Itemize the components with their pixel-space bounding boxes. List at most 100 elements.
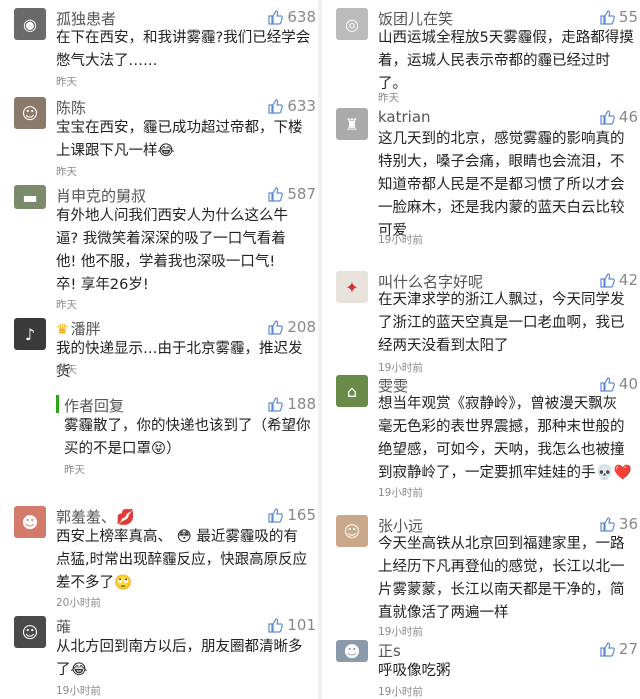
commenter-name[interactable]: 正s — [378, 640, 401, 661]
commenter-name[interactable]: 孤独患者 — [56, 8, 116, 29]
like-button[interactable]: 42 — [599, 271, 638, 289]
like-count: 55 — [618, 8, 638, 26]
comment-text: 在天津求学的浙江人飘过，今天同学发 了浙江的蓝天空真是一口老血啊，我已 经两天没… — [378, 289, 636, 358]
comment-line: 西安上榜率真高、 😳 最近雾霾吸的有 — [56, 529, 298, 545]
comment-line: 知道帝都人民是不是都习惯了所以才会 — [378, 177, 625, 193]
comment-line: 一脸麻木，还是我内蒙的蓝天白云比较 — [378, 200, 625, 216]
like-count: 46 — [618, 108, 638, 126]
avatar[interactable]: ☻ — [336, 640, 368, 662]
comment-text: 从北方回到南方以后，朋友圈都清晰多 了😂 — [56, 636, 314, 682]
commenter-name[interactable]: 肖申克的舅叔 — [56, 185, 146, 206]
like-button[interactable]: 633 — [267, 97, 316, 115]
timestamp: 19小时前 — [378, 234, 423, 246]
comment-line: 了😂 — [56, 662, 88, 678]
like-button[interactable]: 36 — [599, 515, 638, 533]
like-count: 208 — [287, 318, 316, 336]
comment-text: 这几天到的北京，感觉雾霾的影响真的 特别大，嗓子会痛，眼睛也会流泪，不 知道帝都… — [378, 128, 636, 243]
comment-text: 有外地人问我们西安人为什么这么牛 逼? 我微笑着深深的吸了一口气看着 他! 他不… — [56, 205, 314, 297]
thumbs-up-icon — [268, 618, 284, 633]
reply-author: 作者回复 — [64, 397, 125, 415]
like-count: 36 — [618, 515, 638, 533]
commenter-name[interactable]: 郭羞羞、💋 — [56, 506, 135, 527]
avatar[interactable]: ☺ — [336, 515, 368, 547]
avatar[interactable]: ◎ — [336, 8, 368, 40]
like-button[interactable]: 638 — [267, 8, 316, 26]
comment-text: 想当年观赏《寂静岭》，曾被漫天飘灰 毫无色彩的表世界震撼，那种末世般的 绝望感，… — [378, 393, 636, 485]
thumbs-up-icon — [600, 517, 615, 532]
commenter-name[interactable]: katrian — [378, 108, 431, 126]
avatar[interactable]: ♜ — [336, 108, 368, 140]
avatar[interactable]: ✦ — [336, 271, 368, 303]
like-button[interactable]: 188 — [267, 395, 316, 413]
avatar[interactable]: ◉ — [14, 8, 46, 40]
right-comment-column: ◎ 饭团儿在笑 55 山西运城全程放5天雾霾假，走路都得摸 着，运城人民表示帝都… — [322, 0, 640, 699]
comment-text: 山西运城全程放5天雾霾假，走路都得摸 着，运城人民表示帝都的霾已经过时 了。 — [378, 27, 636, 96]
timestamp: 19小时前 — [378, 626, 423, 638]
comment-text: 今天坐高铁从北京回到福建家里，一路 上经历下凡再登仙的感觉，长江以北一 片雾蒙蒙… — [378, 533, 636, 625]
comment-line: 呼吸像吃粥 — [378, 663, 451, 679]
avatar[interactable]: ☻ — [14, 506, 46, 538]
comment-line: 今天坐高铁从北京回到福建家里，一路 — [378, 536, 625, 552]
comment-text: 西安上榜率真高、 😳 最近雾霾吸的有 点猛,时常出现醉霾反应，快跟高原反应 差不… — [56, 526, 314, 595]
comment-line: 上课跟下凡一样😂 — [56, 143, 175, 159]
commenter-name[interactable]: 陈陈 — [56, 97, 86, 118]
avatar[interactable]: ☺ — [14, 97, 46, 129]
like-count: 587 — [287, 185, 316, 203]
like-button[interactable]: 208 — [267, 318, 316, 336]
comment-line: 我的快递显示…由于北京雾霾，推迟发货 — [56, 341, 303, 380]
timestamp: 19小时前 — [378, 362, 423, 374]
like-button[interactable]: 55 — [599, 8, 638, 26]
comment-line: 特别大，嗓子会痛，眼睛也会流泪，不 — [378, 154, 625, 170]
like-count: 638 — [287, 8, 316, 26]
commenter-name[interactable]: 蓶 — [56, 616, 71, 637]
comment-line: 憋气大法了…… — [56, 53, 158, 69]
avatar[interactable]: ♪ — [14, 318, 46, 350]
like-button[interactable]: 165 — [267, 506, 316, 524]
comment-line: 直就像活了两遍一样 — [378, 605, 509, 621]
thumbs-up-icon — [600, 110, 615, 125]
comment-line: 着，运城人民表示帝都的霾已经过时 — [378, 53, 610, 69]
thumbs-up-icon — [268, 397, 284, 412]
comment-line: 在下在西安，和我讲雾霾?我们已经学会 — [56, 30, 311, 46]
thumbs-up-icon — [600, 377, 615, 392]
comment-line: 差不多了🙄 — [56, 575, 133, 591]
commenter-name[interactable]: 饭团儿在笑 — [378, 8, 453, 29]
comment-line: 雾霾散了，你的快递也该到了（希望你 — [64, 418, 311, 434]
comment-line: 了。 — [378, 76, 407, 92]
comment-line: 片雾蒙蒙，长江以南天都是干净的，简 — [378, 582, 625, 598]
like-button[interactable]: 27 — [599, 640, 638, 658]
comment-text: 在下在西安，和我讲雾霾?我们已经学会 憋气大法了…… — [56, 27, 314, 73]
like-count: 27 — [618, 640, 638, 658]
timestamp: 昨天 — [378, 92, 399, 104]
left-comment-column: ◉ 孤独患者 638 在下在西安，和我讲雾霾?我们已经学会 憋气大法了…… 昨天… — [0, 0, 318, 699]
like-count: 42 — [618, 271, 638, 289]
like-button[interactable]: 587 — [267, 185, 316, 203]
thumbs-up-icon — [268, 10, 284, 25]
comment-line: 上经历下凡再登仙的感觉，长江以北一 — [378, 559, 625, 575]
like-count: 40 — [618, 375, 638, 393]
timestamp: 昨天 — [56, 76, 77, 88]
comment-line: 毫无色彩的表世界震撼，那种末世般的 — [378, 419, 625, 435]
comment-line: 有外地人问我们西安人为什么这么牛 — [56, 208, 288, 224]
commenter-name[interactable]: ♛ 潘胖 — [56, 318, 101, 339]
comment-text: 呼吸像吃粥 — [378, 660, 636, 683]
avatar[interactable]: ☺ — [14, 616, 46, 648]
comment-line: 买的不是口罩😝） — [64, 441, 181, 457]
comment-text: 宝宝在西安，霾已成功超过帝都，下楼 上课跟下凡一样😂 — [56, 117, 314, 163]
crown-icon: ♛ — [56, 322, 69, 338]
reply-text: 雾霾散了，你的快递也该到了（希望你 买的不是口罩😝） — [64, 415, 314, 461]
comment-line: 宝宝在西安，霾已成功超过帝都，下楼 — [56, 120, 303, 136]
timestamp: 昨天 — [64, 464, 85, 476]
like-button[interactable]: 101 — [267, 616, 316, 634]
comment-line: 他! 他不服，学着我也深吸一口气! — [56, 254, 276, 270]
comment-line: 经两天没看到太阳了 — [378, 338, 509, 354]
comment-line: 逼? 我微笑着深深的吸了一口气看着 — [56, 231, 286, 247]
timestamp: 昨天 — [56, 364, 77, 376]
thumbs-up-icon — [268, 187, 284, 202]
avatar[interactable]: ▬ — [14, 185, 46, 209]
timestamp: 昨天 — [56, 299, 77, 311]
like-button[interactable]: 40 — [599, 375, 638, 393]
like-button[interactable]: 46 — [599, 108, 638, 126]
avatar[interactable]: ⌂ — [336, 375, 368, 407]
comment-line: 想当年观赏《寂静岭》，曾被漫天飘灰 — [378, 396, 618, 412]
